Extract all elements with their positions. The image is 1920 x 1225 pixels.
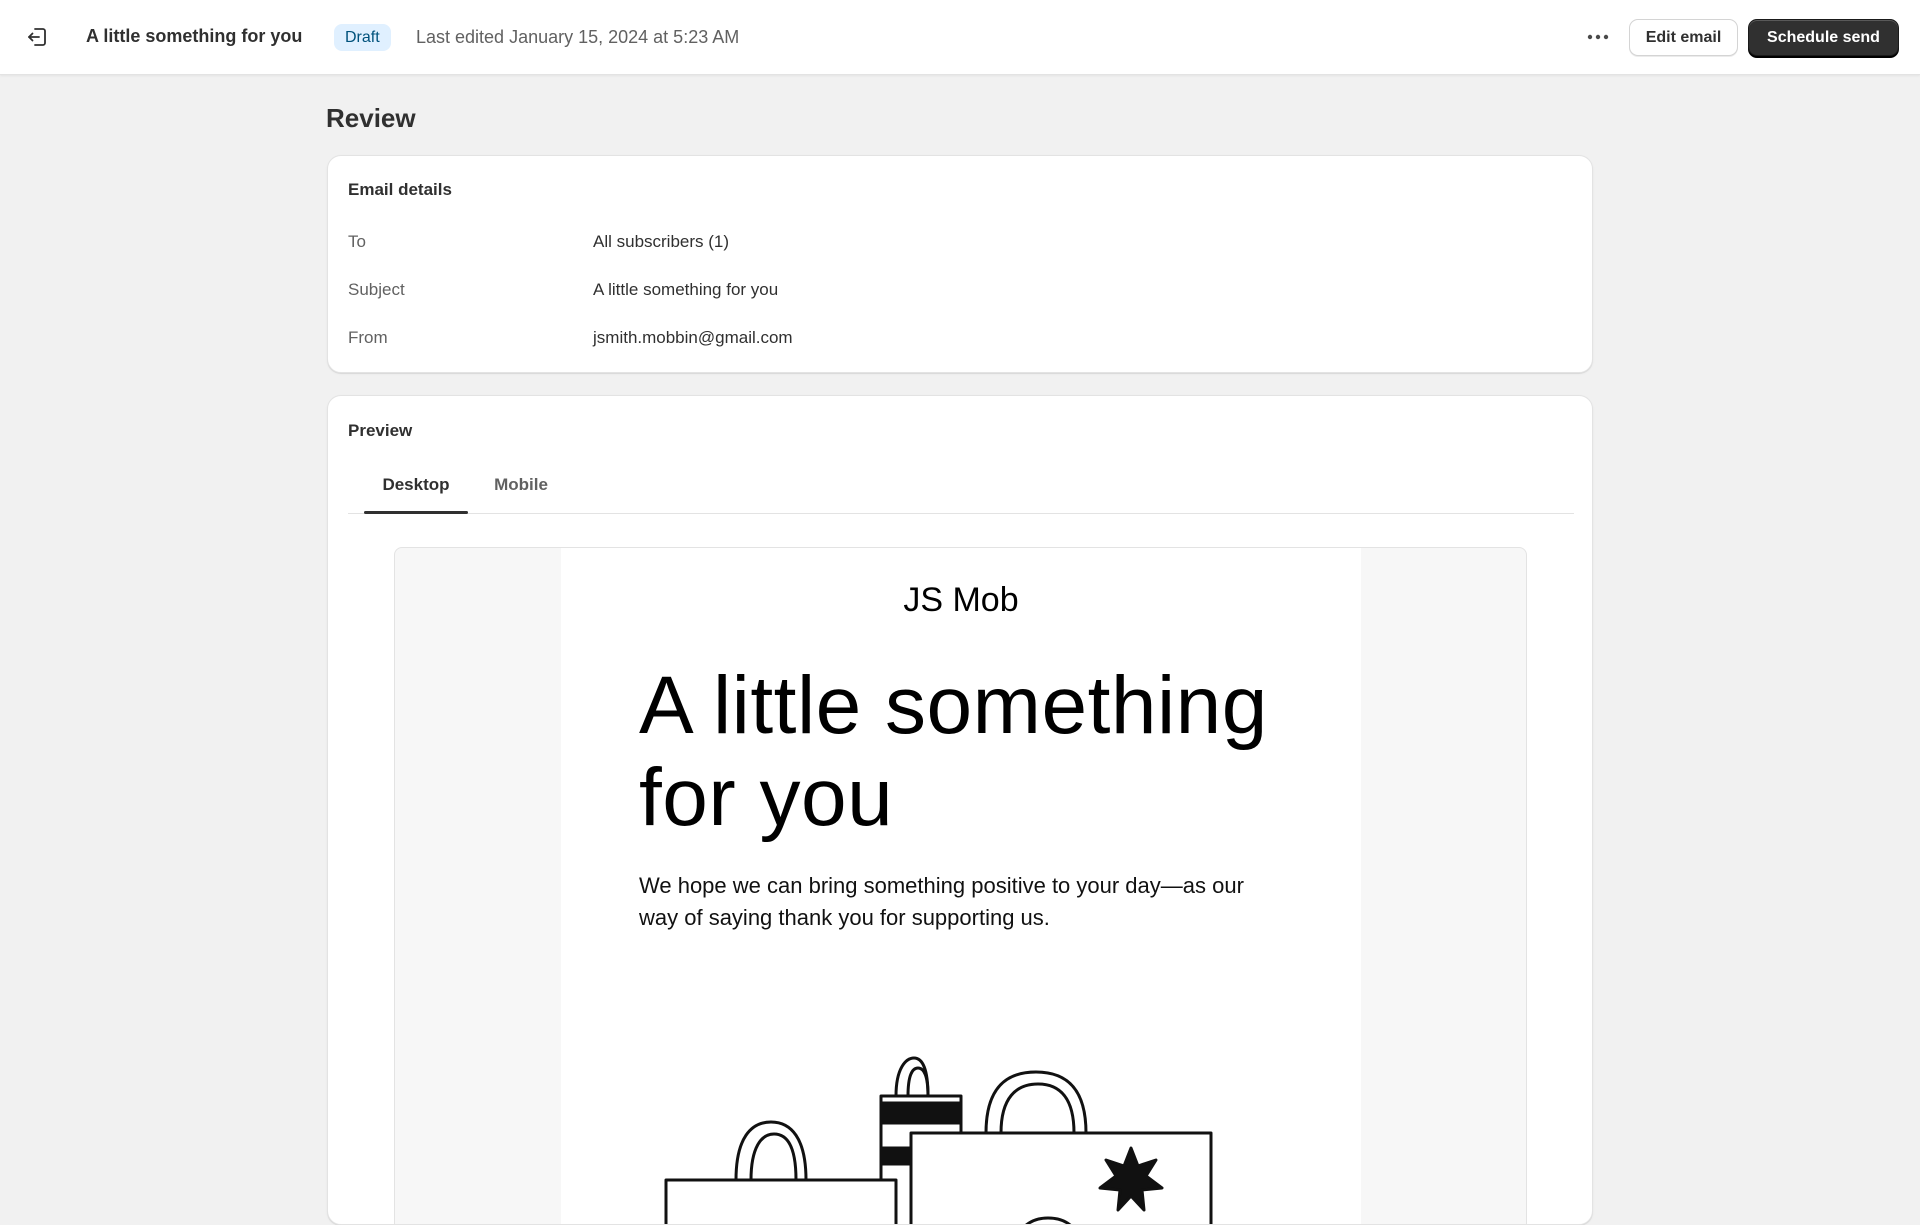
email-title: A little something for you <box>86 26 303 46</box>
top-bar: A little something for you Draft Last ed… <box>0 0 1920 75</box>
preview-tabs: Desktop Mobile <box>348 456 1574 514</box>
schedule-send-button[interactable]: Schedule send <box>1748 19 1899 56</box>
edit-email-button[interactable]: Edit email <box>1629 19 1738 56</box>
email-details-card: Email details To All subscribers (1) Sub… <box>327 155 1593 373</box>
exit-button[interactable] <box>22 22 52 52</box>
detail-label: To <box>348 232 366 251</box>
detail-value: A little something for you <box>593 280 779 299</box>
detail-row-from: From jsmith.mobbin@gmail.com <box>348 328 1548 352</box>
active-tab-indicator <box>364 511 468 514</box>
email-preview-frame: JS Mob A little something for you We hop… <box>394 547 1527 1224</box>
page-title: Review <box>326 103 416 133</box>
last-edited-text: Last edited January 15, 2024 at 5:23 AM <box>416 27 740 47</box>
detail-label: From <box>348 328 388 347</box>
more-horizontal-icon <box>1587 34 1609 40</box>
tab-mobile[interactable]: Mobile <box>482 456 560 514</box>
email-shop-name: JS Mob <box>903 581 1019 619</box>
tab-desktop[interactable]: Desktop <box>364 456 468 514</box>
email-body: JS Mob A little something for you We hop… <box>561 548 1361 1224</box>
detail-row-subject: Subject A little something for you <box>348 280 1548 304</box>
preview-title: Preview <box>348 421 413 440</box>
email-headline: A little something for you <box>639 660 1268 843</box>
detail-row-to: To All subscribers (1) <box>348 232 1548 256</box>
preview-card: Preview Desktop Mobile JS Mob A little s… <box>327 395 1593 1225</box>
exit-icon <box>28 28 46 46</box>
shopping-bags-illustration <box>664 1056 1213 1224</box>
more-actions-button[interactable] <box>1580 20 1616 54</box>
detail-value: All subscribers (1) <box>593 232 730 251</box>
email-paragraph: We hope we can bring something positive … <box>639 873 1244 930</box>
detail-value: jsmith.mobbin@gmail.com <box>593 328 793 347</box>
status-badge: Draft <box>334 24 391 51</box>
email-details-title: Email details <box>348 180 452 199</box>
detail-label: Subject <box>348 280 405 299</box>
